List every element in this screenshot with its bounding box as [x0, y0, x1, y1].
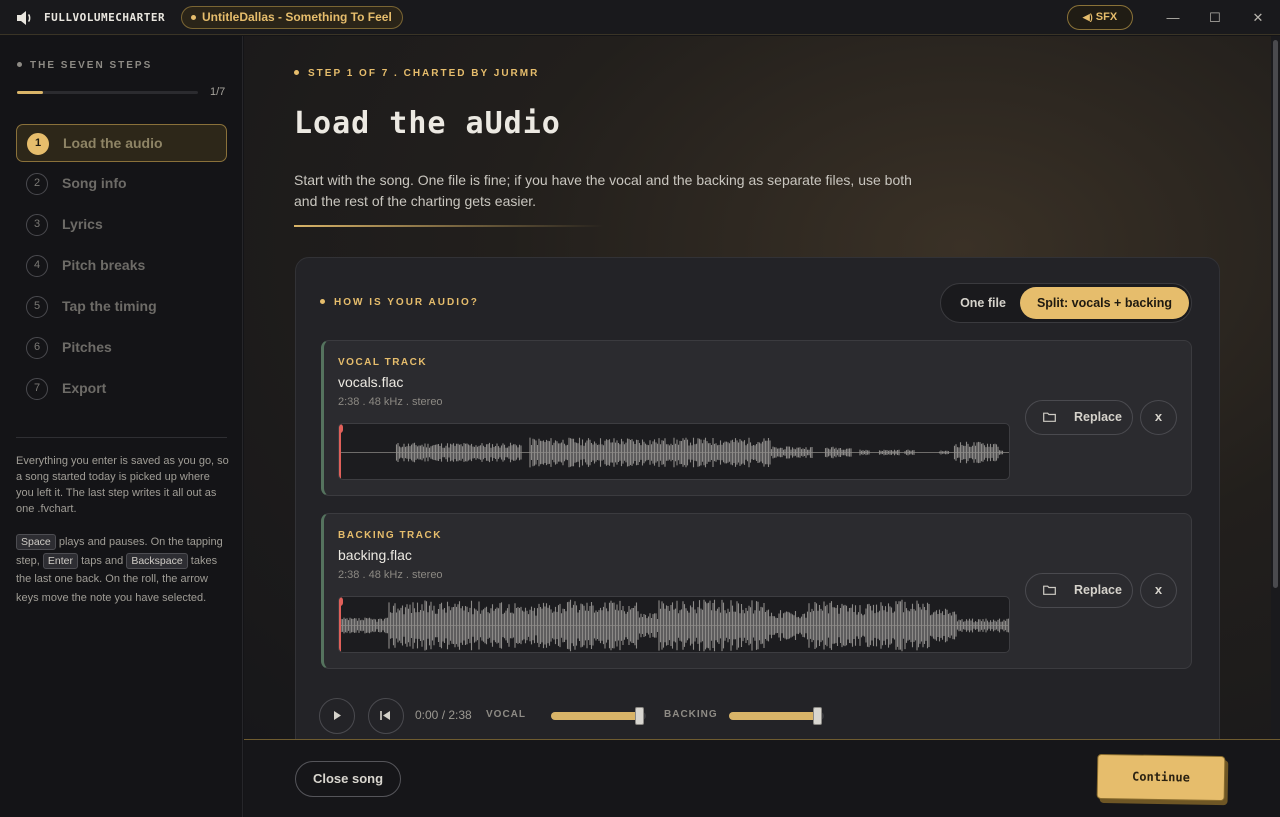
step-number: 7: [26, 378, 48, 400]
main-scrollbar[interactable]: [1271, 36, 1280, 739]
steps-progress-bar: [17, 91, 198, 94]
key-space: Space: [16, 534, 56, 550]
replace-backing-button[interactable]: Replace: [1025, 573, 1133, 608]
waveform-graphic: [339, 437, 1009, 468]
step-label: Load the audio: [63, 135, 163, 151]
steps-progress-text: 1/7: [210, 86, 226, 98]
backing-volume-slider[interactable]: [729, 707, 824, 725]
vocal-track-panel: VOCAL TRACK vocals.flac 2:38 . 48 kHz . …: [321, 340, 1192, 496]
step-eyebrow: STEP 1 OF 7 . CHARTED BY JURMR: [294, 68, 539, 79]
slider-fill: [551, 712, 640, 720]
page-title: Load the aUdio: [294, 106, 561, 141]
one-file-option[interactable]: One file: [947, 287, 1019, 319]
intro-divider: [294, 225, 604, 227]
step-pitch-breaks[interactable]: 4 Pitch breaks: [16, 247, 227, 285]
step-label: Lyrics: [62, 216, 103, 232]
play-icon: [334, 711, 341, 720]
continue-button[interactable]: Continue: [1096, 753, 1226, 802]
remove-vocal-button[interactable]: x: [1140, 400, 1177, 435]
step-number: 4: [26, 255, 48, 277]
steps-heading: THE SEVEN STEPS: [17, 60, 152, 71]
folder-icon: [1043, 412, 1056, 422]
folder-icon: [1043, 585, 1056, 595]
replace-label: Replace: [1074, 583, 1122, 597]
rewind-button[interactable]: [368, 698, 404, 734]
current-song-chip[interactable]: UntitleDallas - Something To Feel: [181, 6, 403, 29]
audio-card-heading: HOW IS YOUR AUDIO?: [320, 297, 479, 308]
slider-handle[interactable]: [813, 707, 823, 725]
minimize-icon[interactable]: —: [1163, 8, 1183, 28]
sfx-toggle-button[interactable]: ◀) SFX: [1067, 5, 1133, 30]
split-option[interactable]: Split: vocals + backing: [1020, 287, 1189, 319]
step-lyrics[interactable]: 3 Lyrics: [16, 206, 227, 244]
step-number: 2: [26, 173, 48, 195]
step-number: 3: [26, 214, 48, 236]
footer-bar: Close song Continue: [244, 739, 1280, 817]
playback-time: 0:00 / 2:38: [415, 708, 472, 722]
track-filename: backing.flac: [338, 547, 412, 563]
audio-mode-toggle: One file Split: vocals + backing: [940, 283, 1192, 323]
play-button[interactable]: [319, 698, 355, 734]
step-label: Song info: [62, 175, 127, 191]
scrollbar-thumb[interactable]: [1273, 40, 1278, 588]
intro-text: Start with the song. One file is fine; i…: [294, 172, 912, 209]
step-tap-timing[interactable]: 5 Tap the timing: [16, 288, 227, 326]
transport-bar: 0:00 / 2:38 VOCAL BACKING: [319, 696, 1199, 736]
step-label: Tap the timing: [62, 298, 157, 314]
slider-handle[interactable]: [635, 707, 645, 725]
maximize-icon[interactable]: ☐: [1205, 8, 1225, 28]
app-brand: FULLVOLUMECHARTER: [44, 11, 166, 24]
sfx-label: SFX: [1095, 11, 1118, 23]
remove-backing-button[interactable]: x: [1140, 573, 1177, 608]
waveform-graphic: [339, 599, 1009, 652]
close-icon[interactable]: ✕: [1248, 8, 1268, 28]
sidebar-divider: [16, 437, 227, 438]
replace-label: Replace: [1074, 410, 1122, 424]
vocal-waveform[interactable]: [338, 423, 1010, 480]
step-song-info[interactable]: 2 Song info: [16, 165, 227, 203]
step-number: 5: [26, 296, 48, 318]
key-enter: Enter: [42, 552, 79, 569]
track-meta: 2:38 . 48 kHz . stereo: [338, 396, 443, 408]
step-label: Export: [62, 380, 107, 396]
track-filename: vocals.flac: [338, 374, 404, 390]
replace-vocal-button[interactable]: Replace: [1025, 400, 1133, 435]
skip-back-icon: [380, 711, 390, 720]
sound-icon: ◀): [1082, 12, 1093, 22]
track-label: VOCAL TRACK: [338, 357, 428, 368]
speaker-icon: [17, 11, 31, 25]
step-label: Pitch breaks: [62, 257, 146, 273]
close-song-button[interactable]: Close song: [295, 761, 401, 797]
keyboard-shortcuts-note: Space plays and pauses. On the tapping s…: [16, 533, 230, 607]
app-window: FULLVOLUMECHARTER UntitleDallas - Someth…: [0, 0, 1280, 817]
track-label: BACKING TRACK: [338, 530, 442, 541]
step-label: Pitches: [62, 339, 112, 355]
backing-volume-label: BACKING: [664, 709, 718, 720]
vocal-volume-slider[interactable]: [551, 707, 646, 725]
slider-fill: [729, 712, 818, 720]
step-pitches[interactable]: 6 Pitches: [16, 329, 227, 367]
backing-track-panel: BACKING TRACK backing.flac 2:38 . 48 kHz…: [321, 513, 1192, 669]
key-backspace: Backspace: [126, 552, 188, 569]
playhead[interactable]: [339, 597, 343, 652]
vocal-volume-label: VOCAL: [486, 709, 526, 720]
backing-waveform[interactable]: [338, 596, 1010, 653]
sidebar: THE SEVEN STEPS 1/7 1 Load the audio 2 S…: [0, 36, 243, 817]
title-bar: FULLVOLUMECHARTER UntitleDallas - Someth…: [0, 0, 1280, 35]
step-number: 1: [27, 133, 49, 155]
autosave-note: Everything you enter is saved as you go,…: [16, 455, 229, 515]
step-load-audio[interactable]: 1 Load the audio: [16, 124, 227, 162]
shortcut-text: taps and: [78, 554, 127, 567]
track-meta: 2:38 . 48 kHz . stereo: [338, 569, 443, 581]
step-number: 6: [26, 337, 48, 359]
playhead[interactable]: [339, 424, 343, 479]
step-export[interactable]: 7 Export: [16, 370, 227, 408]
audio-card: HOW IS YOUR AUDIO? One file Split: vocal…: [295, 257, 1220, 739]
steps-progress-fill: [17, 91, 43, 94]
main-content: STEP 1 OF 7 . CHARTED BY JURMR Load the …: [244, 36, 1272, 739]
